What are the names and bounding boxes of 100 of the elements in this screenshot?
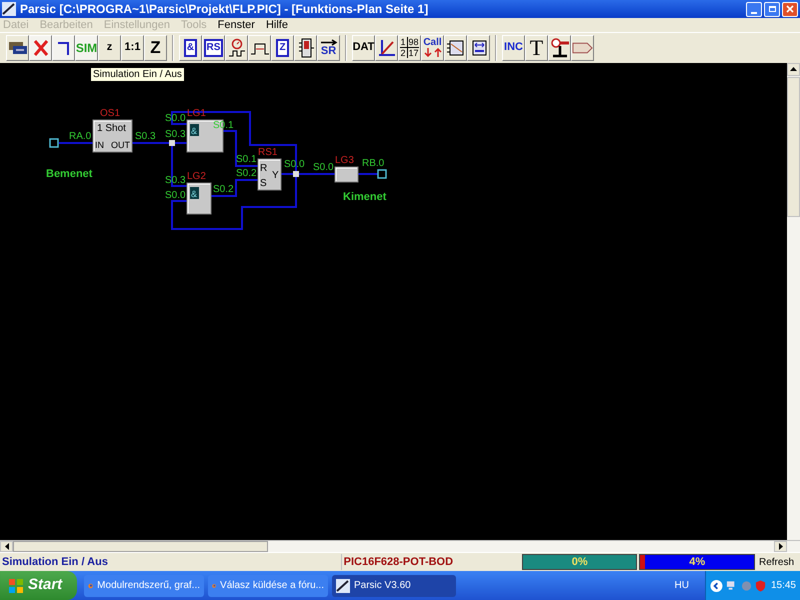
toolbar-button[interactable] (444, 34, 467, 61)
wire (59, 142, 93, 144)
chevron-icon[interactable] (710, 578, 723, 592)
toolbar-button[interactable] (294, 34, 317, 61)
taskbar-task[interactable]: Parsic V3.60 (332, 574, 456, 596)
cross-icon (32, 38, 48, 57)
windows-flag-icon (8, 578, 24, 594)
logic-block (186, 182, 212, 214)
scroll-right-arrow-icon (778, 542, 782, 550)
toolbar-button[interactable] (225, 34, 248, 61)
toolbar-button[interactable] (52, 34, 75, 61)
menu-item[interactable]: Fenster (218, 16, 255, 34)
block-text: S (260, 178, 267, 188)
wire (358, 172, 378, 174)
toolbar-button[interactable]: RS (202, 34, 225, 61)
signal-label: S0.3 (165, 128, 186, 140)
chip-icon (8, 40, 28, 55)
signal-label: S0.2 (213, 184, 234, 194)
close-button[interactable] (782, 2, 798, 16)
block-title: RS1 (258, 146, 278, 158)
block-title: LG3 (335, 154, 354, 166)
toolbar-button[interactable]: T (525, 34, 548, 61)
minimize-button[interactable] (746, 2, 762, 16)
timer-pulse-icon (228, 38, 246, 58)
block-title: OS1 (100, 108, 120, 118)
io-pin (377, 168, 387, 178)
language-indicator: HU (674, 579, 689, 593)
signal-label: S0.0 (165, 190, 186, 200)
wire-corner-icon (56, 40, 70, 56)
close-icon (786, 5, 794, 13)
toolbar-button[interactable]: 1 98 2 17 (398, 34, 421, 61)
toolbar-button[interactable]: Call (421, 34, 444, 61)
app-icon (336, 578, 350, 592)
toolbar-button[interactable]: & (179, 34, 202, 61)
logic-block (92, 119, 132, 152)
toolbar-button[interactable] (375, 34, 398, 61)
horizontal-scrollbar[interactable] (0, 540, 800, 552)
progress-reading: 4% (688, 555, 706, 570)
chart-chip-icon (446, 38, 464, 57)
status-message: Simulation Ein / Aus (1, 554, 109, 570)
shift-chip-icon (470, 38, 488, 57)
block-text: R (260, 162, 268, 174)
toolbar-button[interactable]: z (98, 34, 121, 61)
block-text: Y (272, 170, 279, 180)
toolbar-button[interactable]: DAT (352, 34, 375, 61)
scroll-left-arrow-icon (4, 542, 8, 550)
arrow-icon (320, 38, 338, 46)
toolbar-button[interactable] (248, 34, 271, 61)
block-text: OUT (111, 140, 130, 150)
signal-label: S0.1 (213, 120, 234, 130)
maximize-button[interactable] (764, 2, 780, 16)
io-pin (49, 138, 59, 148)
gate-symbol: & (190, 186, 199, 198)
number-label: 98 (408, 37, 419, 48)
block-text: 1 Shot (97, 122, 126, 134)
signal-label: RB.0 (362, 158, 384, 168)
caption: Kimenet (343, 190, 386, 202)
block-text: IN (95, 140, 104, 150)
taskbar-task[interactable]: Válasz küldése a fóru... (208, 574, 328, 596)
menu-item[interactable]: Hilfe (266, 16, 288, 34)
tooltip: Simulation Ein / Aus (90, 66, 185, 82)
toolbar-button[interactable]: Z (144, 34, 167, 61)
caption: Bemenet (46, 168, 92, 180)
junction-node (293, 170, 299, 176)
clock: 15:45 (770, 579, 796, 593)
toolbar-button[interactable]: SR (317, 34, 340, 61)
button-label: SR (320, 46, 336, 57)
toolbar-button[interactable] (6, 34, 29, 61)
button-label: Call (423, 38, 442, 48)
start-button[interactable]: Start (0, 571, 77, 600)
toolbar-button[interactable]: INC (502, 34, 525, 61)
toolbar-button[interactable]: Z (271, 34, 294, 61)
number-label: 2 (400, 47, 408, 58)
device-label: PIC16F628-POT-BOD (340, 554, 520, 570)
probe-icon (550, 38, 570, 58)
signal-label: S0.2 (236, 168, 257, 178)
arrows-icon (424, 48, 442, 58)
ramp-icon (378, 38, 396, 57)
block-title: LG2 (187, 170, 206, 182)
number-label: 1 (400, 37, 408, 48)
signal-label: S0.0 (313, 162, 334, 172)
toolbar-button[interactable] (548, 34, 571, 61)
window-title: Parsic [C:\PROGRA~1\Parsic\Projekt\FLP.PIC] - [Funktions-Plan Seite 1] (20, 1, 428, 18)
junction-node (169, 140, 175, 146)
refresh-button[interactable]: Refresh (756, 554, 796, 570)
progress-reading: 0% (570, 555, 589, 570)
tag-icon (572, 42, 593, 54)
signal-label: RA.0 (69, 130, 92, 142)
signal-label: S0.3 (135, 130, 156, 142)
toolbar-button[interactable] (467, 34, 490, 61)
number-label: 17 (408, 47, 419, 58)
toolbar-button[interactable]: 1:1 (121, 34, 144, 61)
scroll-up-arrow-icon (790, 67, 797, 71)
taskbar-task[interactable]: Modulrendszerű, graf... (84, 574, 204, 596)
vertical-scrollbar[interactable] (787, 62, 800, 540)
counter-chip-icon (298, 38, 314, 58)
logic-block (258, 158, 282, 190)
gate-symbol: & (190, 124, 199, 136)
app-icon (2, 2, 16, 16)
logic-block (334, 166, 358, 182)
